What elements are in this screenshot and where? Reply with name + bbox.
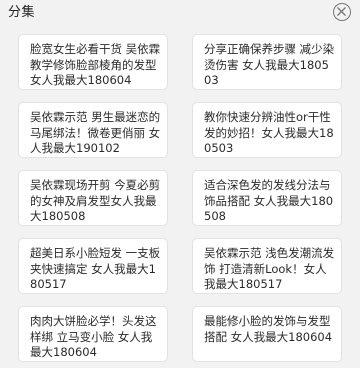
episode-title: 教你快速分辨油性or干性发的妙招！女人我最大180503	[204, 110, 334, 155]
episode-title: 吴依霖示范 男生最迷恋的马尾绑法！微卷更俏丽 女人我最大190102	[30, 110, 161, 155]
close-icon	[337, 7, 346, 16]
episode-title: 肉肉大饼脸必学！头发这样绑 立马变小脸 女人我最大180604	[30, 314, 157, 359]
panel-header: 分集	[0, 0, 360, 26]
panel-title: 分集	[8, 5, 36, 20]
episode-card[interactable]: 超美日系小脸短发 一支板夹快速搞定 女人我最大180517	[18, 238, 168, 294]
episode-grid: 脸宽女生必看干货 吴依霖教学修饰脸部棱角的发型 女人我最大180604 分享正确…	[18, 34, 342, 362]
episode-card[interactable]: 适合深色发的发线分法与饰品搭配 女人我最大180508	[192, 170, 342, 226]
episode-title: 吴依霖现场开剪 今夏必剪的女神及肩发型女人我最大180508	[30, 178, 161, 223]
episode-title: 脸宽女生必看干货 吴依霖教学修饰脸部棱角的发型 女人我最大180604	[30, 42, 161, 87]
episode-card[interactable]: 肉肉大饼脸必学！头发这样绑 立马变小脸 女人我最大180604	[18, 306, 168, 362]
episode-title: 分享正确保养步骤 减少染烫伤害 女人我最大180503	[204, 42, 335, 87]
episode-card[interactable]: 吴依霖示范 浅色发潮流发饰 打造清新Look！女人我最大180517	[192, 238, 342, 294]
episode-title: 吴依霖示范 浅色发潮流发饰 打造清新Look！女人我最大180517	[204, 246, 335, 291]
episode-title: 最能修小脸的发饰与发型搭配 女人我最大180604	[204, 314, 333, 344]
episode-card[interactable]: 脸宽女生必看干货 吴依霖教学修饰脸部棱角的发型 女人我最大180604	[18, 34, 168, 90]
episode-card[interactable]: 分享正确保养步骤 减少染烫伤害 女人我最大180503	[192, 34, 342, 90]
episode-title: 适合深色发的发线分法与饰品搭配 女人我最大180508	[204, 178, 334, 223]
episode-panel: 分集 脸宽女生必看干货 吴依霖教学修饰脸部棱角的发型 女人我最大180604 分…	[0, 0, 360, 368]
close-button[interactable]	[333, 3, 351, 21]
episode-card[interactable]: 吴依霖现场开剪 今夏必剪的女神及肩发型女人我最大180508	[18, 170, 168, 226]
episode-title: 超美日系小脸短发 一支板夹快速搞定 女人我最大180517	[30, 246, 161, 291]
episode-card[interactable]: 最能修小脸的发饰与发型搭配 女人我最大180604	[192, 306, 342, 362]
episode-card[interactable]: 教你快速分辨油性or干性发的妙招！女人我最大180503	[192, 102, 342, 158]
episode-card[interactable]: 吴依霖示范 男生最迷恋的马尾绑法！微卷更俏丽 女人我最大190102	[18, 102, 168, 158]
